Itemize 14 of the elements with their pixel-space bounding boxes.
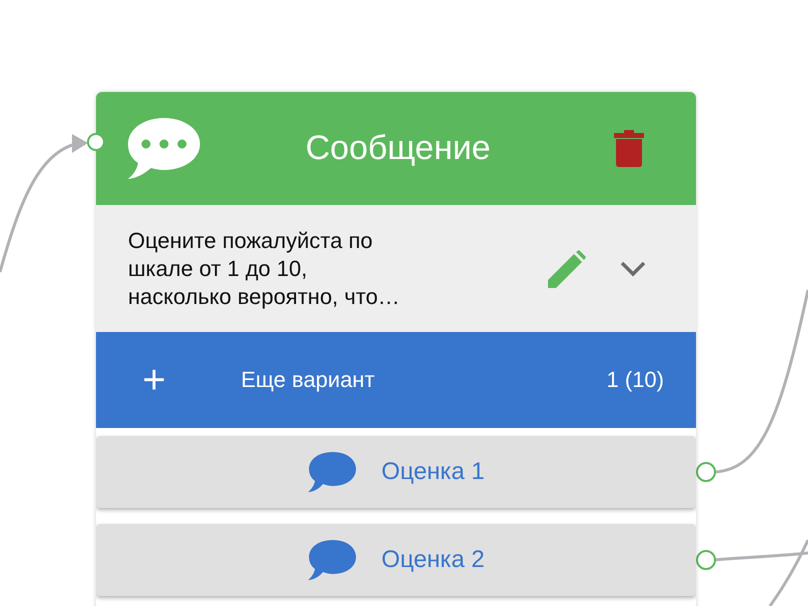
chat-bubble-icon bbox=[126, 116, 202, 182]
delete-button[interactable] bbox=[614, 130, 644, 168]
add-option-button[interactable]: + Еще вариант 1 (10) bbox=[96, 332, 696, 428]
option-button[interactable]: Оценка 2 bbox=[96, 524, 696, 596]
input-port[interactable] bbox=[87, 133, 105, 151]
speech-bubble-icon bbox=[307, 451, 358, 493]
chevron-down-icon[interactable] bbox=[620, 260, 646, 276]
output-port[interactable] bbox=[696, 550, 716, 570]
message-text: Оцените пожалуйста по шкале от 1 до 10, насколько вероятно, что… bbox=[128, 226, 401, 310]
output-port[interactable] bbox=[696, 462, 716, 482]
speech-bubble-icon bbox=[307, 539, 358, 581]
node-title: Сообщение bbox=[304, 129, 492, 168]
pencil-icon[interactable] bbox=[548, 250, 586, 288]
option-button[interactable]: Оценка 1 bbox=[96, 436, 696, 508]
